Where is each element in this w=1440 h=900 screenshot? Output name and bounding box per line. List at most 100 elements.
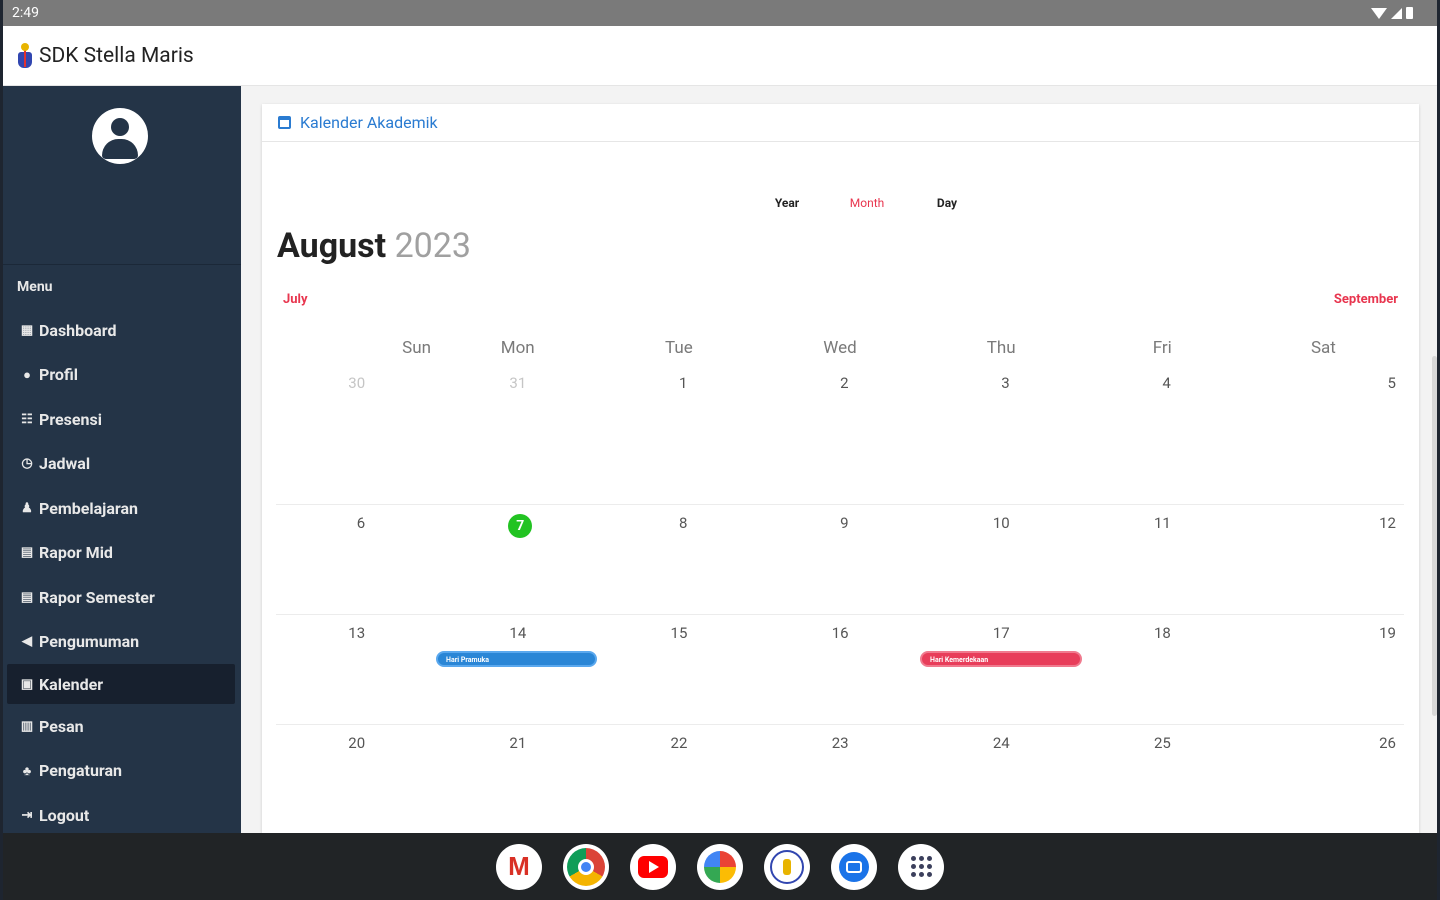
calendar-day[interactable]: 22	[598, 725, 759, 834]
calendar-day[interactable]: 13	[276, 615, 437, 724]
sidebar-item-dashboard[interactable]: ▦ Dashboard	[7, 308, 235, 353]
sidebar-item-label: Presensi	[39, 409, 102, 429]
sidebar-item-rapor-mid[interactable]: ▤ Rapor Mid	[7, 531, 235, 576]
calendar-day[interactable]: 17	[921, 615, 1082, 724]
menu-heading: Menu	[17, 279, 53, 295]
messages-icon[interactable]	[831, 843, 877, 890]
app-title: SDK Stella Maris	[39, 43, 194, 68]
sidebar: Menu ▦ Dashboard ● Profil ☷ Presensi ◷ Jadwa…	[3, 86, 241, 833]
sidebar-item-pengaturan[interactable]: ♣ Pengaturan	[7, 749, 235, 794]
calendar-day[interactable]: 26	[1243, 725, 1404, 834]
message-icon: ▥	[20, 718, 34, 734]
sidebar-item-label: Jadwal	[39, 454, 91, 474]
calendar-day[interactable]: 9	[759, 505, 920, 614]
month-title: August 2023	[277, 226, 471, 266]
sidebar-item-label: Dashboard	[39, 320, 117, 340]
stella-maris-app-icon[interactable]	[764, 843, 810, 890]
sidebar-item-label: Logout	[39, 805, 90, 825]
calendar-day[interactable]: 11	[1082, 505, 1243, 614]
year-label: 2023	[394, 226, 472, 266]
calendar-grid: Sun Mon Tue Wed Thu Fri Sat 30 31 1 2 3 …	[276, 334, 1404, 844]
weekday-label: Mon	[500, 338, 535, 358]
photos-icon[interactable]	[697, 843, 743, 890]
sidebar-item-label: Pesan	[39, 716, 84, 736]
calendar-day[interactable]: 18	[1082, 615, 1243, 724]
sidebar-divider	[3, 264, 241, 265]
view-day-button[interactable]: Day	[907, 196, 987, 210]
calendar-day[interactable]: 23	[759, 725, 920, 834]
sidebar-item-rapor-semester[interactable]: ▤ Rapor Semester	[7, 575, 235, 620]
scrollbar[interactable]	[1432, 356, 1437, 716]
calendar-day[interactable]: 25	[1082, 725, 1243, 834]
card-header: Kalender Akademik	[262, 104, 1419, 142]
clock-icon: ◷	[21, 456, 33, 472]
calendar-card: Kalender Akademik Year Month Day August …	[262, 104, 1419, 844]
calendar-day[interactable]: 12	[1243, 505, 1404, 614]
calendar-day[interactable]: 21	[437, 725, 598, 834]
next-month-link[interactable]: September	[1334, 292, 1398, 307]
sidebar-item-pesan[interactable]: ▥ Pesan	[7, 704, 235, 749]
status-icons	[1371, 7, 1413, 19]
taskbar: M	[3, 833, 1437, 900]
calendar-icon	[278, 116, 291, 129]
calendar-week: 6 7 8 9 10 11 12	[276, 504, 1404, 614]
chrome-icon[interactable]	[563, 843, 609, 890]
calendar-day[interactable]: 24	[921, 725, 1082, 834]
calendar-day[interactable]: 16	[759, 615, 920, 724]
calendar-day[interactable]: 30	[276, 364, 437, 504]
sidebar-item-profil[interactable]: ● Profil	[7, 353, 235, 398]
signal-icon	[1391, 7, 1402, 19]
view-month-button[interactable]: Month	[827, 196, 907, 210]
event-hari-pramuka[interactable]: Hari Pramuka	[436, 651, 597, 667]
sidebar-item-jadwal[interactable]: ◷ Jadwal	[7, 442, 235, 487]
calendar-day[interactable]: 14	[437, 615, 598, 724]
sidebar-item-pembelajaran[interactable]: ♟ Pembelajaran	[7, 486, 235, 531]
sidebar-item-label: Rapor Mid	[39, 543, 113, 563]
app-logo-icon	[15, 42, 35, 69]
calendar-icon: ▣	[20, 676, 34, 692]
weekday-label: Tue	[664, 338, 693, 358]
view-year-button[interactable]: Year	[747, 196, 827, 210]
teacher-icon: ♟	[21, 500, 33, 516]
sidebar-item-label: Pengumuman	[39, 632, 140, 652]
dashboard-icon: ▦	[20, 322, 34, 338]
event-hari-kemerdekaan[interactable]: Hari Kemerdekaan	[920, 651, 1082, 667]
calendar-day[interactable]: 31	[437, 364, 598, 504]
calendar-day[interactable]: 15	[598, 615, 759, 724]
sliders-icon: ☷	[21, 411, 33, 427]
calendar-day[interactable]: 8	[598, 505, 759, 614]
calendar-week: 13 14 15 16 17 18 19 Hari Pramuka Hari K…	[276, 614, 1404, 724]
users-cog-icon: ♣	[22, 763, 32, 779]
calendar-day[interactable]: 5	[1243, 364, 1404, 504]
document-icon: ▤	[20, 589, 34, 605]
calendar-day[interactable]: 4	[1082, 364, 1243, 504]
sidebar-item-label: Pengaturan	[39, 761, 123, 781]
wifi-icon	[1371, 7, 1387, 19]
sidebar-menu: ▦ Dashboard ● Profil ☷ Presensi ◷ Jadwal ♟ Pe…	[7, 308, 235, 838]
weekday-label: Wed	[823, 338, 857, 358]
weekday-label: Fri	[1152, 338, 1172, 358]
weekday-header: Sun Mon Tue Wed Thu Fri Sat	[276, 334, 1404, 364]
calendar-week: 20 21 22 23 24 25 26	[276, 724, 1404, 834]
device-frame: 2:49 SDK Stella Maris Menu ▦ Dashboard ● P…	[0, 0, 1440, 900]
sidebar-item-pengumuman[interactable]: ◀ Pengumuman	[7, 620, 235, 665]
youtube-icon[interactable]	[630, 843, 676, 890]
calendar-day[interactable]: 1	[598, 364, 759, 504]
sidebar-item-kalender[interactable]: ▣ Kalender	[7, 664, 235, 704]
gmail-icon[interactable]: M	[496, 843, 542, 890]
main-content: Kalender Akademik Year Month Day August …	[241, 86, 1437, 844]
calendar-day[interactable]: 20	[276, 725, 437, 834]
calendar-day[interactable]: 19	[1243, 615, 1404, 724]
calendar-day-today[interactable]: 7	[437, 505, 598, 614]
today-marker: 7	[508, 514, 533, 538]
app-launcher-icon[interactable]	[898, 843, 944, 890]
prev-month-link[interactable]: July	[283, 292, 308, 307]
calendar-day[interactable]: 10	[921, 505, 1082, 614]
calendar-day[interactable]: 3	[921, 364, 1082, 504]
calendar-day[interactable]: 2	[759, 364, 920, 504]
calendar-day[interactable]: 6	[276, 505, 437, 614]
avatar[interactable]	[92, 108, 148, 164]
sidebar-item-presensi[interactable]: ☷ Presensi	[7, 397, 235, 442]
sidebar-item-logout[interactable]: ⇥ Logout	[7, 793, 235, 838]
megaphone-icon: ◀	[22, 634, 32, 650]
